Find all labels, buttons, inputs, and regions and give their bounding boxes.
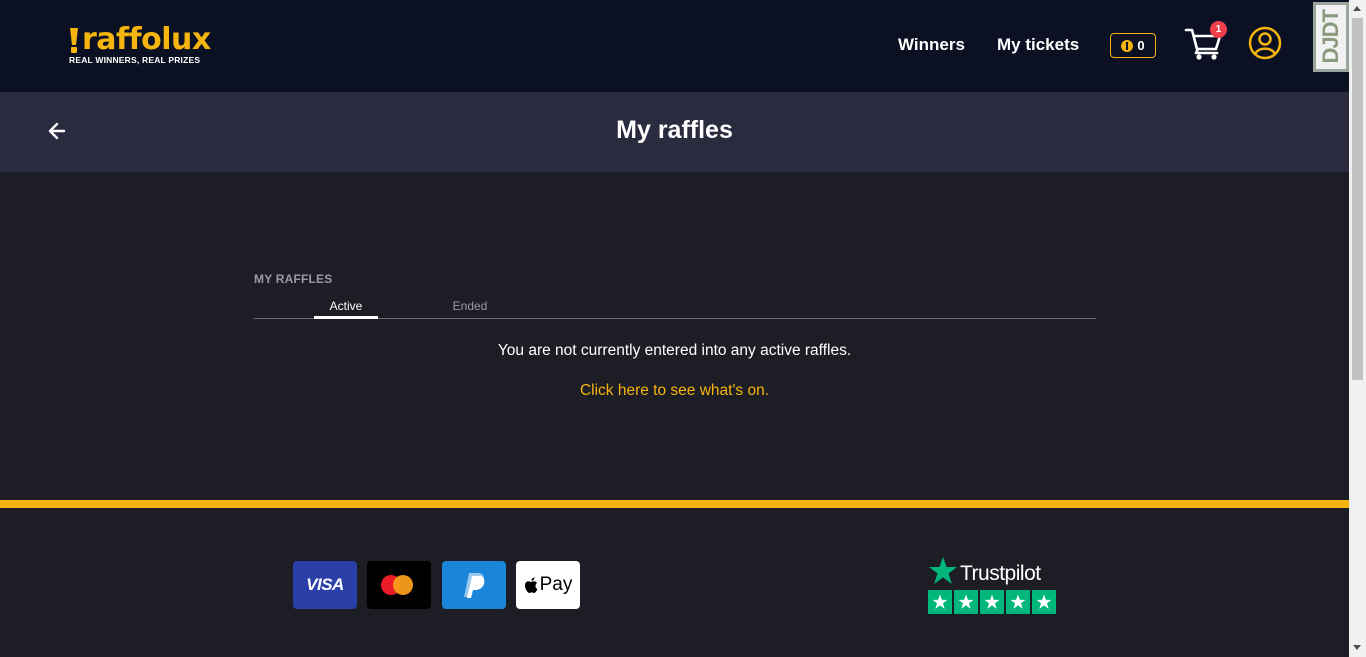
coin-balance-count: 0 [1137, 38, 1145, 53]
mastercard-yellow-circle [393, 575, 413, 595]
page-title: My raffles [616, 116, 733, 144]
nav-my-tickets-link[interactable]: My tickets [997, 35, 1079, 55]
scroll-up-arrow-icon[interactable] [1353, 6, 1361, 11]
nav-winners-link[interactable]: Winners [898, 35, 965, 55]
scroll-down-arrow-icon[interactable] [1353, 645, 1361, 650]
paypal-payment-logo [442, 561, 506, 609]
trustpilot-stars [928, 590, 1056, 614]
debug-toolbar-label: DJDT [1318, 10, 1343, 64]
raffle-tabs: Active Ended [254, 299, 1096, 319]
rating-star-icon [1032, 590, 1056, 614]
apple-pay-logo: Pay [516, 561, 580, 609]
paypal-icon [464, 573, 485, 598]
logo-tagline: REAL WINNERS, REAL PRIZES [69, 55, 201, 65]
rating-star-icon [954, 590, 978, 614]
section-heading: MY RAFFLES [254, 272, 333, 286]
logo-wordmark: raffolux [82, 22, 211, 57]
trustpilot-label: Trustpilot [960, 562, 1041, 585]
rating-star-icon [980, 590, 1004, 614]
coin-balance-badge[interactable]: 0 [1110, 33, 1156, 58]
trustpilot-star-icon [929, 557, 957, 584]
rating-star-icon [928, 590, 952, 614]
raffolux-logo[interactable]: raffolux REAL WINNERS, REAL PRIZES [68, 24, 218, 68]
mastercard-payment-logo [367, 561, 431, 609]
trustpilot-rating[interactable]: Trustpilot [928, 556, 1058, 616]
page-scrollbar[interactable] [1349, 0, 1366, 657]
empty-state-message: You are not currently entered into any a… [497, 342, 852, 359]
footer [0, 508, 1349, 657]
apple-icon [524, 577, 538, 593]
scrollbar-thumb[interactable] [1352, 18, 1363, 380]
apple-pay-label: Pay [539, 574, 573, 595]
visa-payment-logo: VISA [293, 561, 357, 609]
tab-ended[interactable]: Ended [438, 299, 502, 318]
account-user-icon[interactable] [1248, 26, 1282, 60]
tab-active[interactable]: Active [314, 299, 378, 319]
logo-mark-icon [70, 28, 78, 53]
whats-on-link[interactable]: Click here to see what's on. [0, 382, 1349, 400]
debug-toolbar-handle[interactable]: DJDT [1313, 2, 1349, 72]
rating-star-icon [1006, 590, 1030, 614]
coin-icon [1121, 39, 1134, 52]
cart-count-badge: 1 [1210, 21, 1227, 38]
footer-divider [0, 500, 1349, 508]
